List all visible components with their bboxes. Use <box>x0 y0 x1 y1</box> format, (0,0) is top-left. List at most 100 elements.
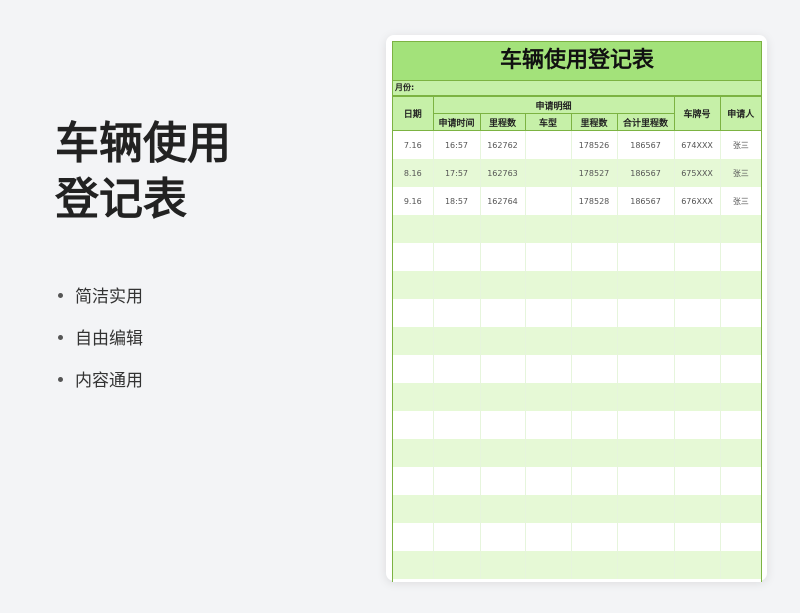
cell-apply-time[interactable] <box>432 355 481 383</box>
cell-mileage-start[interactable] <box>479 411 526 439</box>
cell-total-mileage[interactable] <box>616 243 675 271</box>
cell-apply-time[interactable] <box>432 439 481 467</box>
cell-mileage-start[interactable] <box>479 551 526 579</box>
cell-total-mileage[interactable]: 186567 <box>616 130 675 159</box>
cell-applicant[interactable] <box>719 439 761 467</box>
cell-vehicle-type[interactable] <box>524 551 572 579</box>
cell-applicant[interactable] <box>719 551 761 579</box>
cell-total-mileage[interactable]: 186567 <box>616 187 675 215</box>
cell-apply-time[interactable] <box>432 271 481 299</box>
cell-total-mileage[interactable] <box>616 551 675 579</box>
cell-apply-time[interactable] <box>432 551 481 579</box>
cell-applicant[interactable] <box>719 355 761 383</box>
cell-vehicle-type[interactable] <box>524 467 572 495</box>
cell-total-mileage[interactable] <box>616 467 675 495</box>
cell-mileage-start[interactable] <box>479 383 526 411</box>
cell-plate[interactable] <box>673 271 721 299</box>
cell-mileage-end[interactable] <box>570 299 618 327</box>
cell-apply-time[interactable]: 16:57 <box>432 130 481 159</box>
cell-total-mileage[interactable] <box>616 439 675 467</box>
cell-mileage-start[interactable] <box>479 523 526 551</box>
cell-applicant[interactable] <box>719 383 761 411</box>
cell-date[interactable] <box>393 355 434 383</box>
cell-mileage-end[interactable] <box>570 271 618 299</box>
cell-mileage-end[interactable] <box>570 411 618 439</box>
cell-mileage-start[interactable]: 162764 <box>479 187 526 215</box>
cell-date[interactable] <box>393 551 434 579</box>
cell-mileage-start[interactable] <box>479 243 526 271</box>
cell-applicant[interactable]: 张三 <box>719 187 761 215</box>
cell-total-mileage[interactable]: 186567 <box>616 159 675 187</box>
cell-vehicle-type[interactable] <box>524 130 572 159</box>
cell-vehicle-type[interactable] <box>524 159 572 187</box>
cell-plate[interactable] <box>673 383 721 411</box>
cell-mileage-start[interactable] <box>479 215 526 243</box>
cell-apply-time[interactable] <box>432 299 481 327</box>
cell-applicant[interactable] <box>719 215 761 243</box>
cell-vehicle-type[interactable] <box>524 187 572 215</box>
cell-apply-time[interactable]: 17:57 <box>432 159 481 187</box>
cell-plate[interactable]: 674XXX <box>673 130 721 159</box>
cell-mileage-start[interactable] <box>479 439 526 467</box>
cell-plate[interactable] <box>673 523 721 551</box>
cell-vehicle-type[interactable] <box>524 523 572 551</box>
cell-mileage-start[interactable]: 162762 <box>479 130 526 159</box>
cell-mileage-end[interactable] <box>570 439 618 467</box>
cell-mileage-end[interactable] <box>570 327 618 355</box>
cell-apply-time[interactable] <box>432 411 481 439</box>
cell-apply-time[interactable] <box>432 383 481 411</box>
cell-total-mileage[interactable] <box>616 383 675 411</box>
cell-mileage-end[interactable] <box>570 243 618 271</box>
cell-date[interactable] <box>393 523 434 551</box>
cell-mileage-start[interactable] <box>479 467 526 495</box>
cell-mileage-end[interactable] <box>570 355 618 383</box>
cell-date[interactable]: 9.16 <box>393 187 434 215</box>
cell-mileage-start[interactable] <box>479 327 526 355</box>
cell-applicant[interactable] <box>719 299 761 327</box>
cell-date[interactable] <box>393 271 434 299</box>
cell-mileage-start[interactable]: 162763 <box>479 159 526 187</box>
cell-applicant[interactable] <box>719 495 761 523</box>
cell-mileage-start[interactable] <box>479 355 526 383</box>
cell-total-mileage[interactable] <box>616 523 675 551</box>
cell-plate[interactable] <box>673 495 721 523</box>
cell-plate[interactable]: 675XXX <box>673 159 721 187</box>
cell-applicant[interactable]: 张三 <box>719 159 761 187</box>
cell-vehicle-type[interactable] <box>524 243 572 271</box>
cell-apply-time[interactable] <box>432 523 481 551</box>
cell-vehicle-type[interactable] <box>524 271 572 299</box>
cell-total-mileage[interactable] <box>616 327 675 355</box>
cell-date[interactable] <box>393 299 434 327</box>
cell-date[interactable]: 7.16 <box>393 130 434 159</box>
cell-plate[interactable] <box>673 243 721 271</box>
cell-vehicle-type[interactable] <box>524 355 572 383</box>
cell-vehicle-type[interactable] <box>524 411 572 439</box>
cell-plate[interactable] <box>673 215 721 243</box>
cell-date[interactable] <box>393 411 434 439</box>
cell-applicant[interactable] <box>719 271 761 299</box>
cell-total-mileage[interactable] <box>616 299 675 327</box>
cell-applicant[interactable] <box>719 327 761 355</box>
cell-apply-time[interactable] <box>432 467 481 495</box>
cell-vehicle-type[interactable] <box>524 215 572 243</box>
cell-mileage-end[interactable] <box>570 523 618 551</box>
cell-date[interactable] <box>393 243 434 271</box>
cell-plate[interactable] <box>673 439 721 467</box>
cell-mileage-end[interactable] <box>570 383 618 411</box>
cell-apply-time[interactable] <box>432 215 481 243</box>
cell-total-mileage[interactable] <box>616 271 675 299</box>
cell-vehicle-type[interactable] <box>524 383 572 411</box>
cell-date[interactable] <box>393 327 434 355</box>
cell-plate[interactable] <box>673 411 721 439</box>
cell-plate[interactable] <box>673 551 721 579</box>
cell-date[interactable] <box>393 439 434 467</box>
cell-total-mileage[interactable] <box>616 215 675 243</box>
cell-applicant[interactable] <box>719 411 761 439</box>
cell-plate[interactable] <box>673 467 721 495</box>
cell-vehicle-type[interactable] <box>524 299 572 327</box>
cell-plate[interactable] <box>673 355 721 383</box>
cell-mileage-end[interactable]: 178528 <box>570 187 618 215</box>
cell-vehicle-type[interactable] <box>524 495 572 523</box>
cell-applicant[interactable]: 张三 <box>719 130 761 159</box>
cell-vehicle-type[interactable] <box>524 439 572 467</box>
